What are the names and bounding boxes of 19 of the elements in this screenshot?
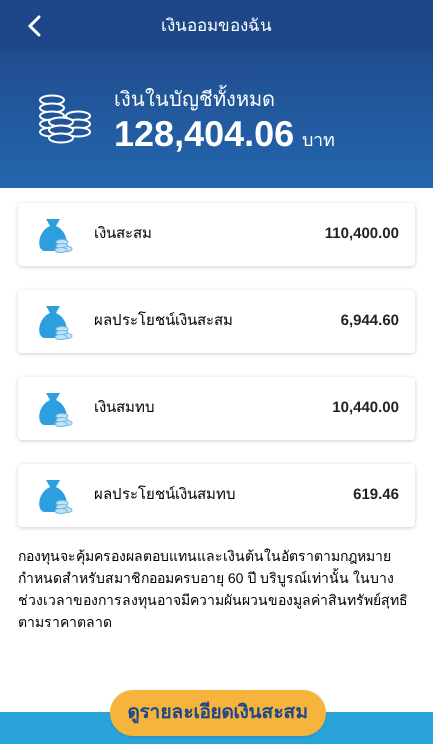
account-name: ผลประโยชน์เงินสมทบ: [94, 484, 236, 506]
page-title: เงินออมของฉัน: [161, 15, 272, 38]
account-name: เงินสมทบ: [94, 398, 155, 418]
account-amount: 10,440.00: [332, 398, 399, 418]
details-button[interactable]: ดูรายละเอียดเงินสะสม: [110, 690, 326, 736]
currency-unit: บาท: [302, 129, 336, 152]
account-name: เงินสะสม: [94, 224, 152, 244]
account-card[interactable]: ผลประโยชน์เงินสะสม 6,944.60: [18, 290, 415, 353]
notice-text: กองทุนจะคุ้มครองผลตอบแทนและเงินต้นในอัตราตามกฎหมายกำหนดสำหรับสมาชิกออมครบอายุ 60 ปี บริบูรณ์เท่านั้น ในบางช่วงเวลาของการลงทุนอาจมีความผันผวนของมูลค่าสินทรัพย์สุทธิตามราคาตลาด: [17, 547, 409, 632]
back-icon: [27, 15, 41, 37]
account-amount: 110,400.00: [324, 224, 399, 244]
account-card[interactable]: เงินสมทบ 10,440.00: [18, 377, 415, 440]
balance-amount: 128,404.06: [114, 114, 294, 154]
account-amount: 619.46: [353, 485, 399, 506]
account-card[interactable]: ผลประโยชน์เงินสมทบ 619.46: [18, 464, 415, 527]
account-name: ผลประโยชน์เงินสะสม: [94, 310, 233, 332]
account-card[interactable]: เงินสะสม 110,400.00: [18, 203, 415, 266]
balance-label: เงินในบัญชีทั้งหมด: [114, 86, 336, 114]
account-amount: 6,944.60: [340, 311, 399, 332]
